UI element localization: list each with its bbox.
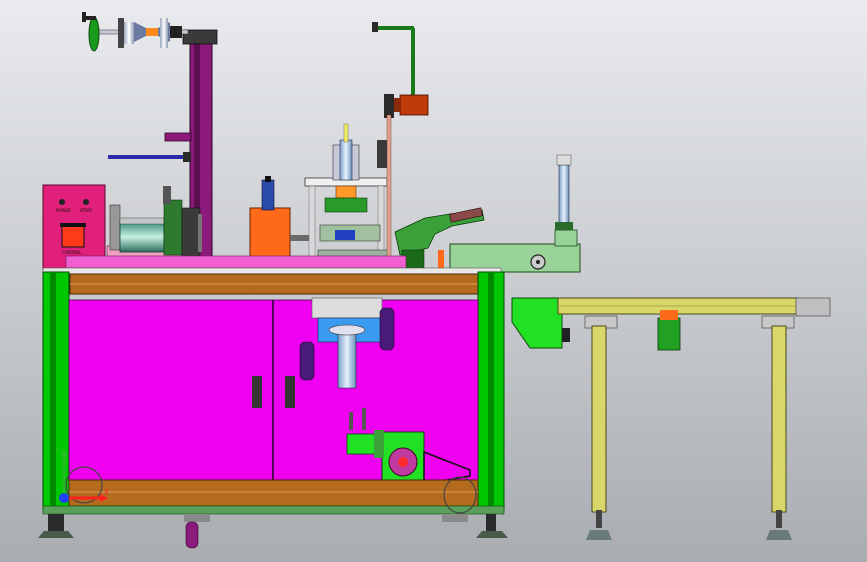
output-cylinder-cap <box>556 154 572 166</box>
conveyor-foot-left <box>586 530 612 540</box>
cabinet-display-bezel <box>60 223 86 227</box>
press-ram <box>335 185 357 199</box>
gearbox-icon[interactable] <box>381 431 425 485</box>
cabinet-display <box>61 224 85 248</box>
press-cylinder-rod <box>343 123 349 143</box>
caster-mount-center <box>184 514 210 522</box>
conveyor-foot-right <box>766 530 792 540</box>
foot-right-stem <box>486 514 496 532</box>
gripper-post <box>438 250 444 270</box>
roller-gear-teeth <box>198 214 202 252</box>
base-plate <box>42 505 505 515</box>
internal-disc-right <box>379 307 395 351</box>
frame-post-left-inner <box>50 272 56 510</box>
conveyor-leg-right <box>771 325 787 513</box>
conveyor-foot-right-stem <box>776 510 782 528</box>
machine-drawing[interactable]: POWER START CONTROL X Y <box>0 0 867 562</box>
sensor-right <box>362 408 366 430</box>
roller-bracket <box>163 199 183 256</box>
orange-actuator-cap <box>265 176 271 182</box>
frame-post-right-inner <box>488 272 494 510</box>
conveyor-end-plate <box>795 297 831 317</box>
internal-disk <box>328 324 366 336</box>
roller-gear <box>181 207 201 259</box>
cad-viewport[interactable]: POWER START CONTROL X Y <box>0 0 867 562</box>
output-cylinder-base <box>555 222 573 230</box>
door-handle-right <box>285 376 295 408</box>
spool-center <box>146 28 158 36</box>
orange-link-bar <box>290 235 310 241</box>
conveyor-hopper-knob <box>562 328 570 342</box>
internal-frame-top <box>311 297 383 319</box>
press-die-insert <box>335 230 355 240</box>
orange-actuator-top <box>261 179 275 211</box>
table-top-frame <box>42 267 502 275</box>
foot-left-2-stem <box>442 514 468 522</box>
press-cylinder <box>339 139 353 181</box>
press-die-upper <box>324 197 368 213</box>
cabinet-left-label: POWER <box>56 208 71 213</box>
output-cylinder <box>558 164 570 231</box>
table-rail-lower <box>68 479 479 507</box>
conveyor-leg-left <box>591 325 607 513</box>
power-switch-icon[interactable] <box>59 199 65 205</box>
guide-clamp <box>377 140 387 168</box>
unwinder-guide-rod <box>108 155 190 159</box>
conveyor-drive-top <box>660 310 678 320</box>
internal-piston <box>337 329 357 389</box>
conveyor-foot-left-stem <box>596 510 602 528</box>
cabinet-panel-text: CONTROL <box>62 250 82 255</box>
motor-icon[interactable] <box>384 94 429 118</box>
unwinder-guide-clamp <box>183 152 191 162</box>
conveyor-drive <box>657 317 681 351</box>
sensor-left <box>349 412 353 430</box>
internal-disc-left <box>299 341 315 381</box>
table-top-pink <box>65 255 407 269</box>
roller-post-small <box>163 186 171 204</box>
magenta-panel-left <box>68 299 274 481</box>
output-housing-top <box>554 229 578 247</box>
start-switch-icon[interactable] <box>83 199 89 205</box>
roller-cylinder <box>119 221 165 253</box>
roller-top <box>119 217 165 225</box>
tension-arm <box>376 26 414 30</box>
output-wheel-hub <box>536 260 540 264</box>
guide-rod-vertical <box>386 114 392 266</box>
unwinder-post-bracket <box>164 132 192 142</box>
door-handle-left <box>252 376 262 408</box>
axis-y-label: Y <box>55 446 61 454</box>
drive-motor-fan <box>374 430 384 458</box>
axis-x-label: X <box>104 488 109 496</box>
tension-arm-tip <box>372 22 378 32</box>
roller-side-plate <box>109 204 121 251</box>
cabinet-right-label: START <box>80 208 93 213</box>
caster-center <box>185 521 199 549</box>
